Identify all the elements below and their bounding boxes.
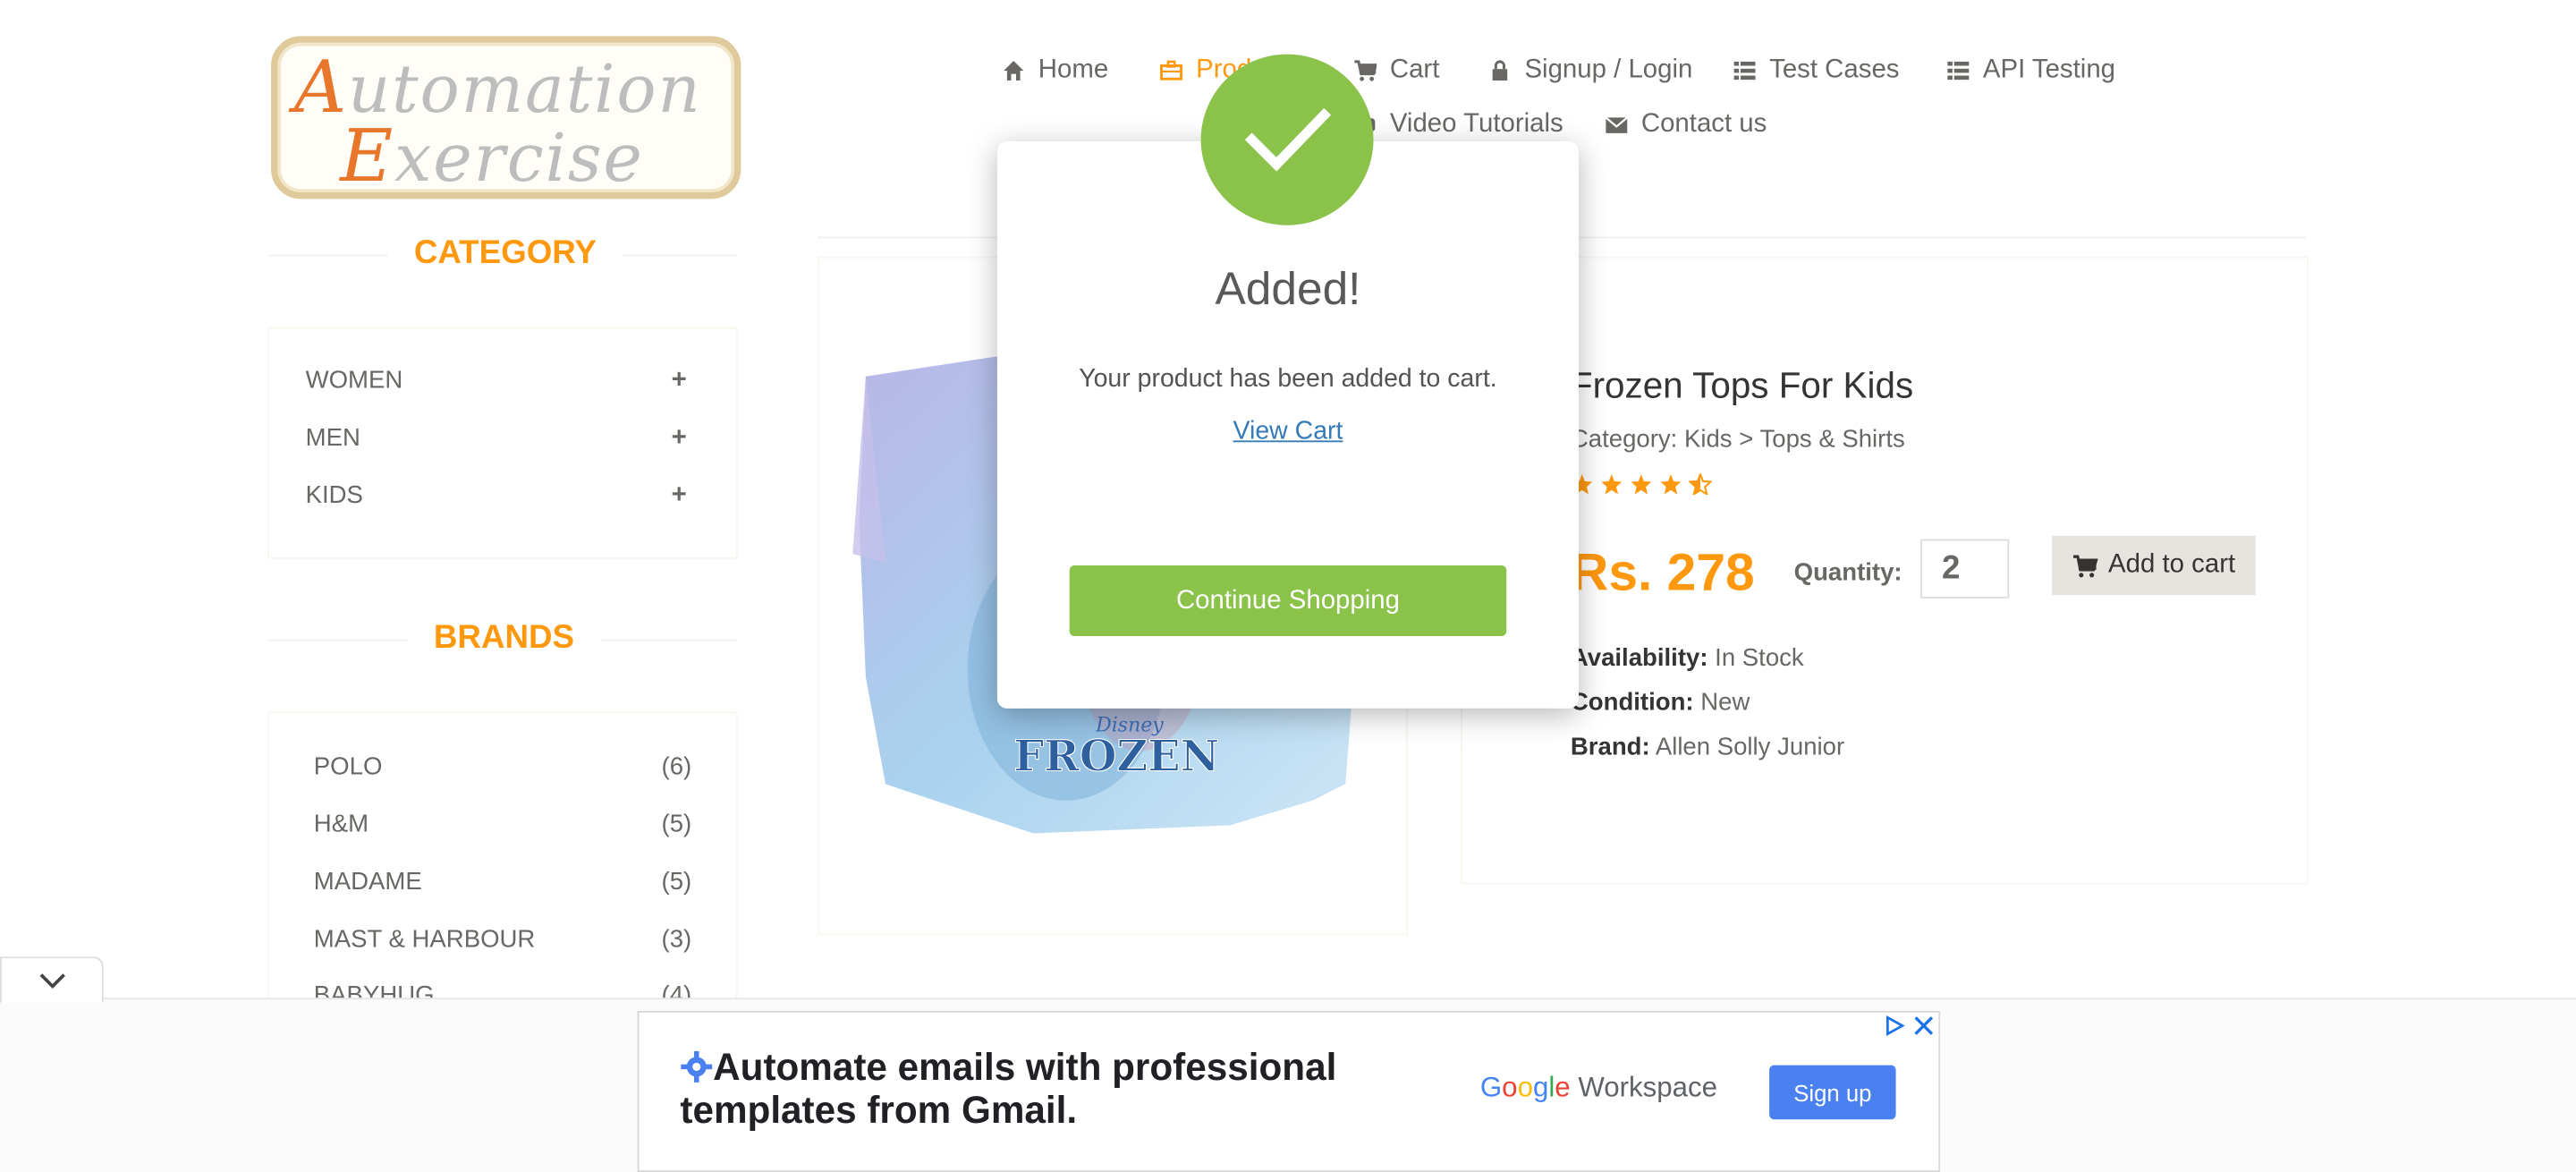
modal-title: Added! (1215, 262, 1361, 314)
continue-shopping-button[interactable]: Continue Shopping (1069, 565, 1507, 637)
view-cart-link[interactable]: View Cart (997, 418, 1579, 447)
success-check-icon (1200, 54, 1374, 225)
page: Automation Exercise Home Products Cart S… (0, 0, 2576, 1172)
modal-message: Your product has been added to cart. (1079, 364, 1497, 394)
